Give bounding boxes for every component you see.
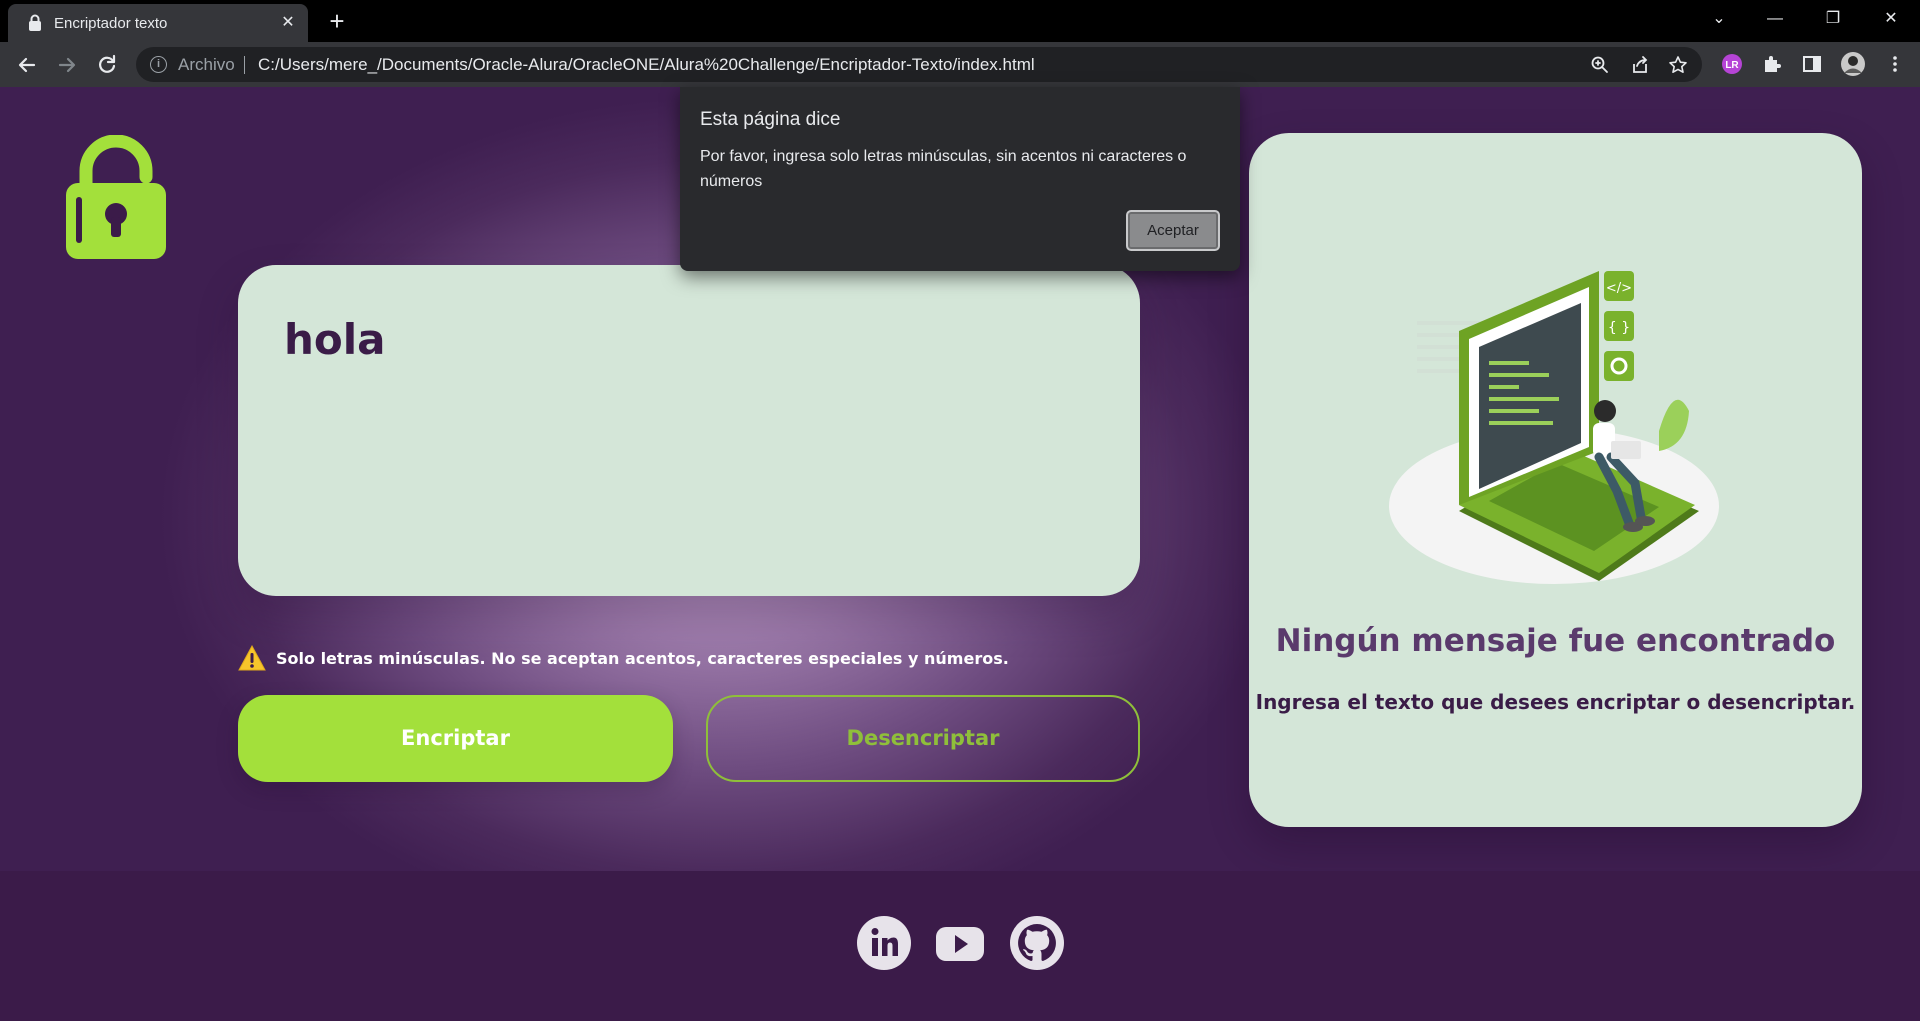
- url-separator: [244, 56, 245, 74]
- dialog-title: Esta página dice: [700, 109, 841, 130]
- encrypt-button[interactable]: Encriptar: [238, 695, 673, 782]
- output-panel: </> { } Ningún mensaje fue encontrado In…: [1249, 133, 1862, 827]
- dialog-accept-button[interactable]: Aceptar: [1126, 210, 1220, 251]
- sidepanel-icon[interactable]: [1801, 53, 1823, 75]
- extension-icon[interactable]: LR: [1721, 53, 1743, 75]
- extension-initials: LR: [1725, 60, 1739, 71]
- warning-icon: [238, 645, 266, 671]
- alert-dialog: Esta página dice Por favor, ingresa solo…: [680, 87, 1240, 271]
- minimize-button[interactable]: —: [1752, 0, 1798, 38]
- restore-button[interactable]: ❐: [1810, 0, 1856, 38]
- reload-icon[interactable]: [94, 52, 120, 78]
- zoom-icon[interactable]: [1590, 55, 1610, 75]
- dialog-message: Por favor, ingresa solo letras minúscula…: [700, 148, 1187, 190]
- padlock-logo-icon: [66, 135, 166, 259]
- output-title: Ningún mensaje fue encontrado: [1275, 623, 1836, 659]
- svg-text:</>: </>: [1606, 281, 1632, 296]
- address-bar[interactable]: i Archivo C:/Users/mere_/Documents/Oracl…: [136, 47, 1702, 82]
- tab-close-icon[interactable]: ✕: [278, 13, 298, 33]
- url-text[interactable]: C:/Users/mere_/Documents/Oracle-Alura/Or…: [258, 55, 1035, 75]
- text-input-area[interactable]: hola: [238, 265, 1140, 596]
- tab-strip: Encriptador texto ✕ + ⌄ — ❐ ✕: [0, 0, 1920, 42]
- star-icon[interactable]: [1668, 55, 1688, 75]
- close-window-button[interactable]: ✕: [1868, 0, 1914, 38]
- decrypt-button[interactable]: Desencriptar: [706, 695, 1140, 782]
- new-tab-button[interactable]: +: [324, 8, 350, 35]
- output-subtitle: Ingresa el texto que desees encriptar o …: [1255, 690, 1856, 714]
- tab-title: Encriptador texto: [54, 15, 168, 32]
- lock-icon: [29, 14, 41, 31]
- menu-icon[interactable]: [1884, 53, 1906, 75]
- hint-text: Solo letras minúsculas. No se aceptan ac…: [276, 649, 1009, 668]
- github-icon[interactable]: [1009, 915, 1065, 971]
- back-icon[interactable]: [14, 52, 40, 78]
- tab-search-button[interactable]: ⌄: [1696, 0, 1742, 38]
- youtube-icon[interactable]: [932, 915, 988, 971]
- svg-text:{ }: { }: [1608, 320, 1630, 336]
- forward-icon[interactable]: [54, 52, 80, 78]
- input-text[interactable]: hola: [284, 315, 386, 364]
- footer: [0, 871, 1920, 1021]
- laptop-illustration: </> { }: [1389, 271, 1719, 584]
- avatar[interactable]: [1840, 51, 1866, 77]
- linkedin-icon[interactable]: [856, 915, 912, 971]
- active-tab[interactable]: Encriptador texto ✕: [8, 4, 308, 42]
- info-icon[interactable]: i: [150, 56, 167, 73]
- url-scheme: Archivo: [178, 55, 235, 74]
- browser-toolbar: i Archivo C:/Users/mere_/Documents/Oracl…: [0, 42, 1920, 87]
- puzzle-icon[interactable]: [1761, 53, 1783, 75]
- share-icon[interactable]: [1630, 55, 1650, 75]
